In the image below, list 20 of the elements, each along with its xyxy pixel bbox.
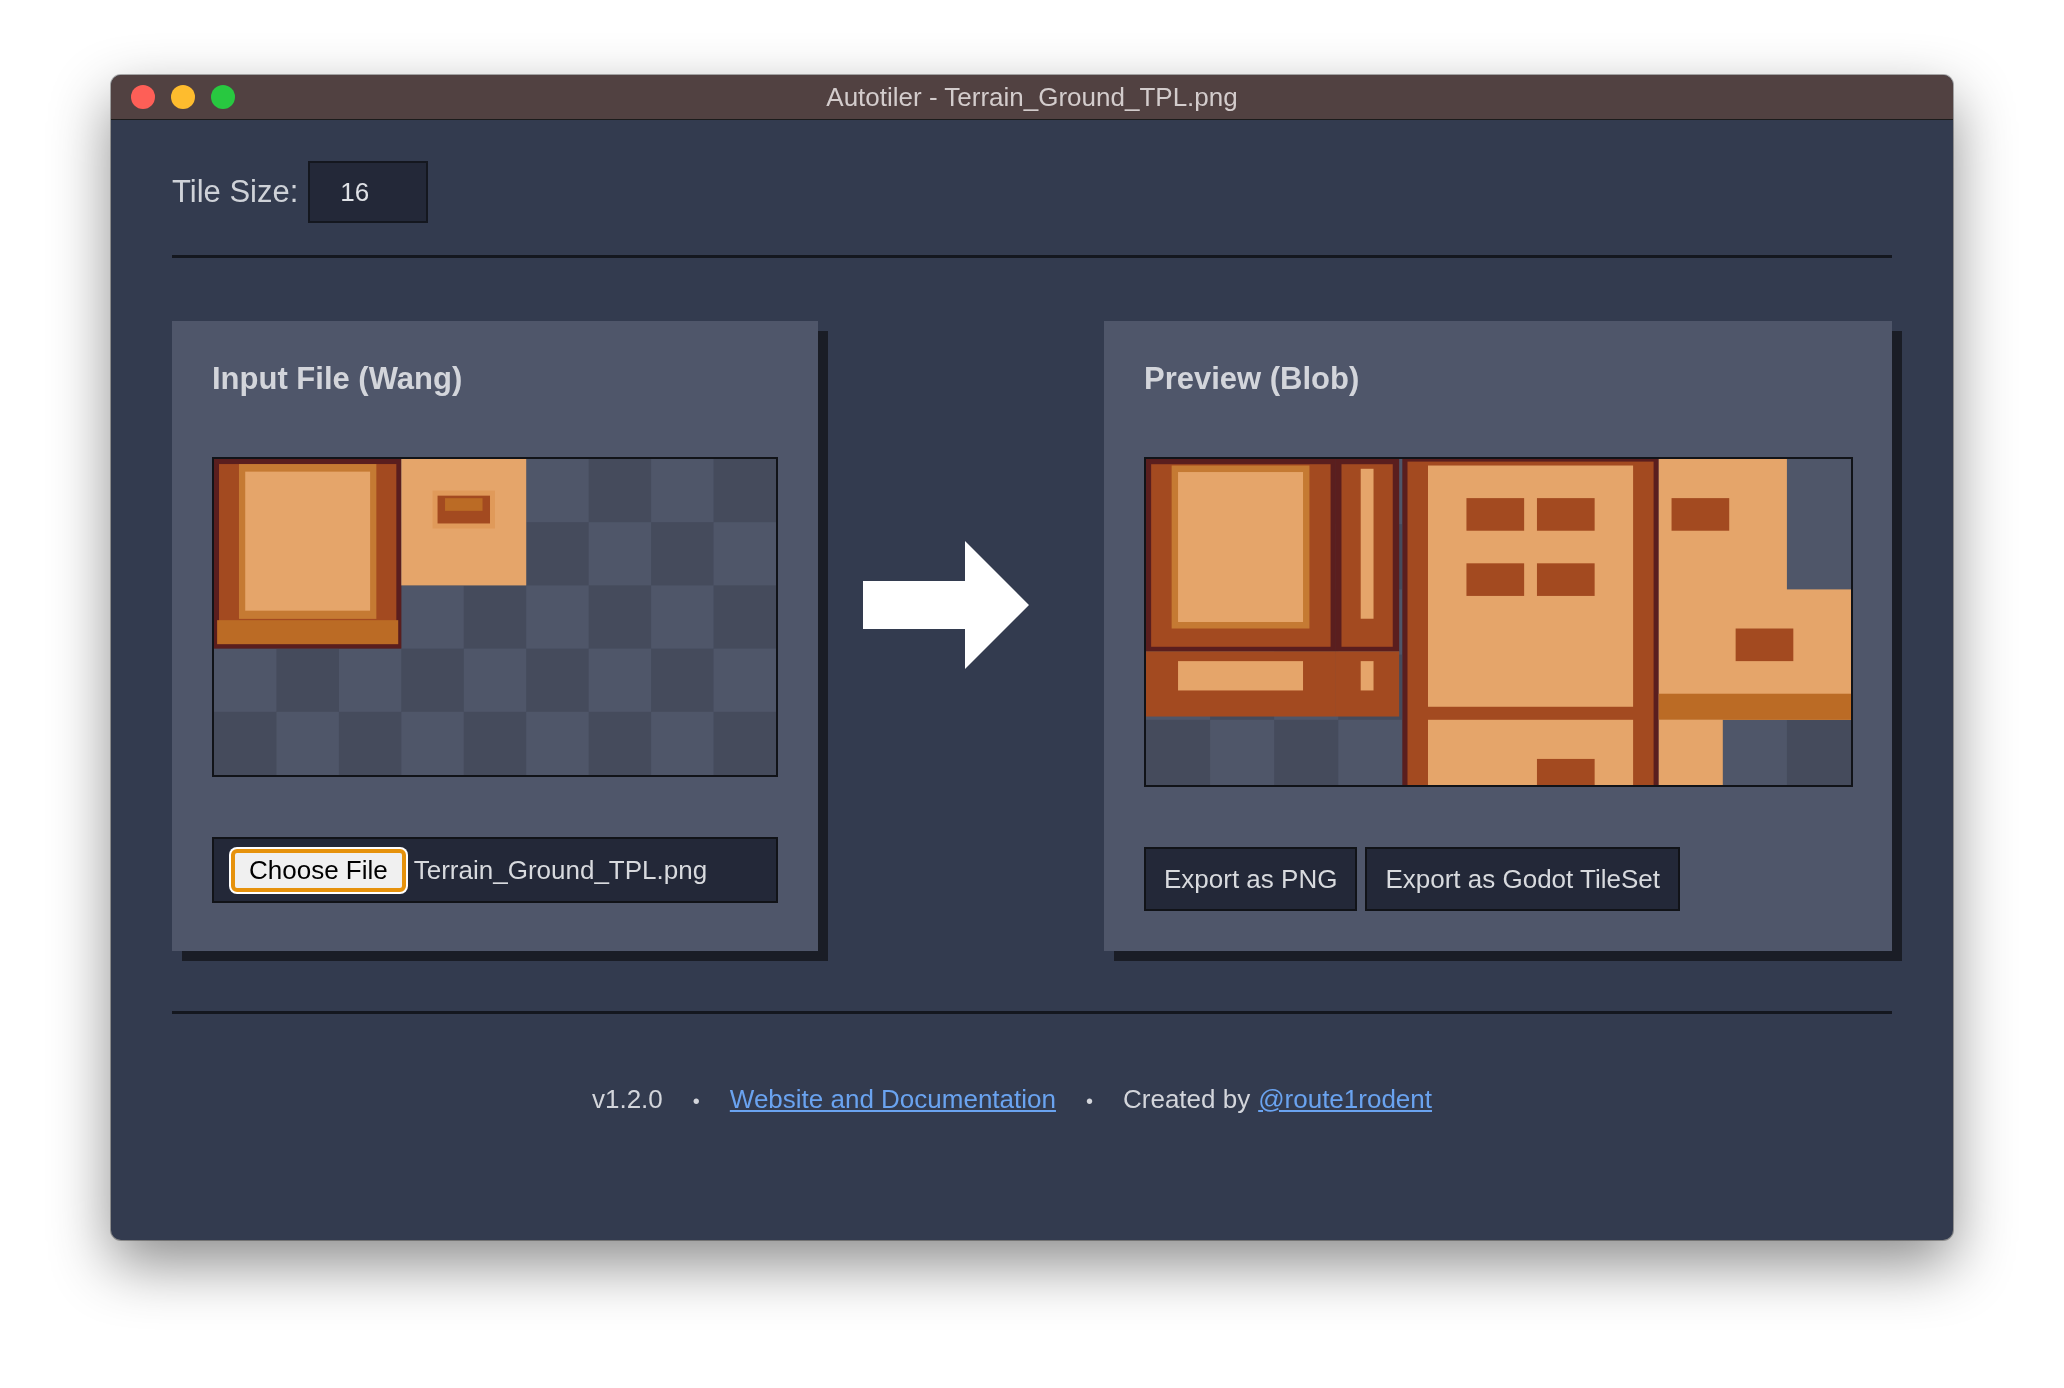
credit-text: Created by — [1123, 1084, 1251, 1115]
close-button[interactable] — [131, 85, 155, 109]
tile-size-field[interactable]: 16 — [308, 161, 429, 223]
export-button[interactable]: Export as PNG — [1144, 847, 1358, 911]
panel-title: Input File (Wang) — [212, 361, 464, 397]
choose-file-button[interactable]: Choose File — [231, 848, 406, 892]
file-input-field[interactable]: Choose File Terrain_Ground_TPL.png — [212, 837, 778, 903]
version-text: v1.2.0 — [591, 1084, 663, 1115]
documentation-link[interactable]: Website and Documentation — [729, 1084, 1056, 1115]
separator-dot: • — [692, 1090, 700, 1113]
export-button[interactable]: Export as Godot TileSet — [1365, 847, 1680, 911]
file-name-text: Terrain_Ground_TPL.png — [413, 854, 708, 886]
author-link[interactable]: @route1rodent — [1258, 1084, 1432, 1115]
zoom-button[interactable] — [211, 85, 235, 109]
minimize-button[interactable] — [171, 85, 195, 109]
tile-size-label: Tile Size: — [172, 174, 299, 210]
panel-title: Preview (Blob) — [1144, 361, 1361, 397]
separator-dot: • — [1085, 1090, 1093, 1113]
window-title: Autotiler - Terrain_Ground_TPL.png — [826, 81, 1238, 113]
right-arrow-icon — [863, 541, 1029, 669]
